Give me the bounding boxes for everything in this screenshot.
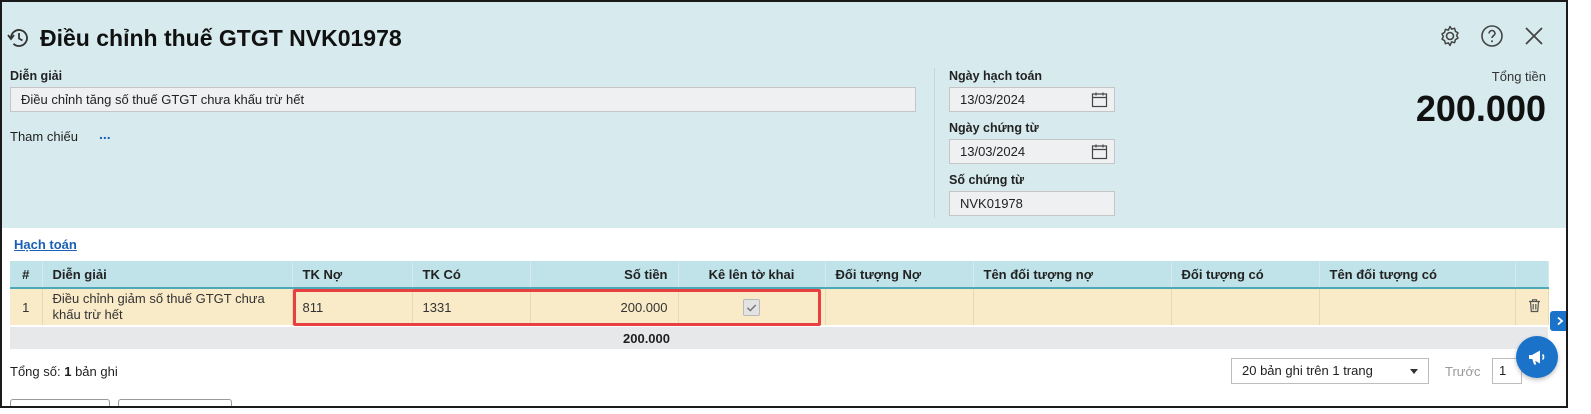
- column-header[interactable]: Tên đối tượng nợ: [973, 261, 1172, 289]
- column-header[interactable]: Kê lên tờ khai: [678, 261, 826, 289]
- table-row[interactable]: 1 Điều chỉnh giảm số thuế GTGT chưa khấu…: [10, 288, 1549, 325]
- posting-date-value: 13/03/2024: [960, 92, 1026, 107]
- row-index: 1: [10, 288, 43, 325]
- close-icon[interactable]: [1522, 24, 1546, 48]
- voucher-date-label: Ngày chứng từ: [949, 121, 1039, 135]
- chevron-down-icon: [1410, 369, 1418, 374]
- row-credit-object-name[interactable]: [1319, 288, 1516, 325]
- record-count-prefix: Tổng số:: [10, 364, 61, 379]
- description-label: Diễn giải: [10, 69, 63, 83]
- record-count: Tổng số: 1 bản ghi: [10, 364, 118, 379]
- voucher-date-value: 13/03/2024: [960, 144, 1026, 159]
- trash-icon[interactable]: [1526, 297, 1543, 314]
- checkmark-icon: [746, 304, 757, 312]
- row-description[interactable]: Điều chỉnh giảm số thuế GTGT chưa khấu t…: [42, 288, 293, 325]
- calendar-icon[interactable]: [1091, 91, 1108, 108]
- description-input[interactable]: Điều chỉnh tăng số thuế GTGT chưa khấu t…: [10, 87, 916, 112]
- voucher-header: Điều chỉnh thuế GTGT NVK01978 Diễn giải …: [2, 2, 1566, 228]
- calendar-icon[interactable]: [1091, 143, 1108, 160]
- description-value: Điều chỉnh tăng số thuế GTGT chưa khấu t…: [21, 92, 305, 107]
- row-credit-object[interactable]: [1171, 288, 1320, 325]
- window-actions: [1438, 24, 1546, 48]
- column-header[interactable]: Đối tượng có: [1171, 261, 1320, 289]
- help-icon[interactable]: [1480, 24, 1504, 48]
- row-debit-object[interactable]: [825, 288, 974, 325]
- prev-page-button[interactable]: Trước: [1445, 364, 1481, 379]
- posting-date-label: Ngày hạch toán: [949, 69, 1043, 83]
- side-panel-toggle[interactable]: [1550, 311, 1566, 331]
- column-header[interactable]: TK Có: [412, 261, 531, 289]
- page-title: Điều chỉnh thuế GTGT NVK01978: [40, 24, 402, 51]
- reference-label: Tham chiếu: [10, 129, 78, 144]
- column-header[interactable]: Đối tượng Nợ: [825, 261, 974, 289]
- record-count-suffix: bản ghi: [75, 364, 118, 379]
- chevron-right-icon: [1557, 316, 1564, 326]
- summary-amount: 200.000: [623, 331, 670, 346]
- feedback-button[interactable]: [1516, 336, 1558, 378]
- page-size-select[interactable]: 20 bản ghi trên 1 trang: [1231, 358, 1429, 384]
- total-label: Tổng tiền: [1491, 69, 1546, 84]
- footer-button-left[interactable]: [10, 399, 110, 406]
- row-credit-account[interactable]: 1331: [412, 288, 531, 325]
- row-actions: [1515, 288, 1549, 325]
- column-header[interactable]: Diễn giải: [42, 261, 293, 289]
- table-header-row: # Diễn giải TK Nợ TK Có Số tiền Kê lên t…: [10, 261, 1549, 289]
- footer-button-second[interactable]: [118, 399, 232, 406]
- megaphone-icon: [1529, 350, 1545, 365]
- tab-accounting[interactable]: Hạch toán: [14, 237, 77, 252]
- page-number-value: 1: [1499, 363, 1507, 378]
- declared-checkbox[interactable]: [743, 298, 760, 316]
- column-header[interactable]: #: [10, 261, 43, 289]
- row-declared-cell: [678, 288, 826, 325]
- column-header[interactable]: Tên đối tượng có: [1319, 261, 1516, 289]
- reference-more-link[interactable]: ...: [99, 126, 111, 142]
- table-summary-row: 200.000: [10, 327, 1548, 349]
- voucher-no-value: NVK01978: [960, 196, 1023, 211]
- voucher-no-input[interactable]: NVK01978: [949, 191, 1115, 216]
- history-icon[interactable]: [6, 25, 32, 51]
- title-row: Điều chỉnh thuế GTGT NVK01978: [6, 20, 402, 56]
- row-amount[interactable]: 200.000: [530, 288, 679, 325]
- voucher-no-label: Số chứng từ: [949, 173, 1025, 187]
- posting-date-input[interactable]: 13/03/2024: [949, 87, 1115, 112]
- row-debit-account[interactable]: 811: [292, 288, 413, 325]
- dialog-window: Điều chỉnh thuế GTGT NVK01978 Diễn giải …: [0, 0, 1568, 408]
- voucher-date-input[interactable]: 13/03/2024: [949, 139, 1115, 164]
- gear-icon[interactable]: [1438, 24, 1462, 48]
- record-count-value: 1: [64, 364, 72, 379]
- total-value: 200.000: [1415, 88, 1546, 129]
- column-header[interactable]: Số tiền: [530, 261, 679, 289]
- row-debit-object-name[interactable]: [973, 288, 1172, 325]
- header-divider: [934, 68, 935, 218]
- accounting-table: # Diễn giải TK Nợ TK Có Số tiền Kê lên t…: [10, 261, 1549, 325]
- page-size-value: 20 bản ghi trên 1 trang: [1242, 363, 1373, 378]
- column-header-actions: [1515, 261, 1549, 289]
- column-header[interactable]: TK Nợ: [292, 261, 413, 289]
